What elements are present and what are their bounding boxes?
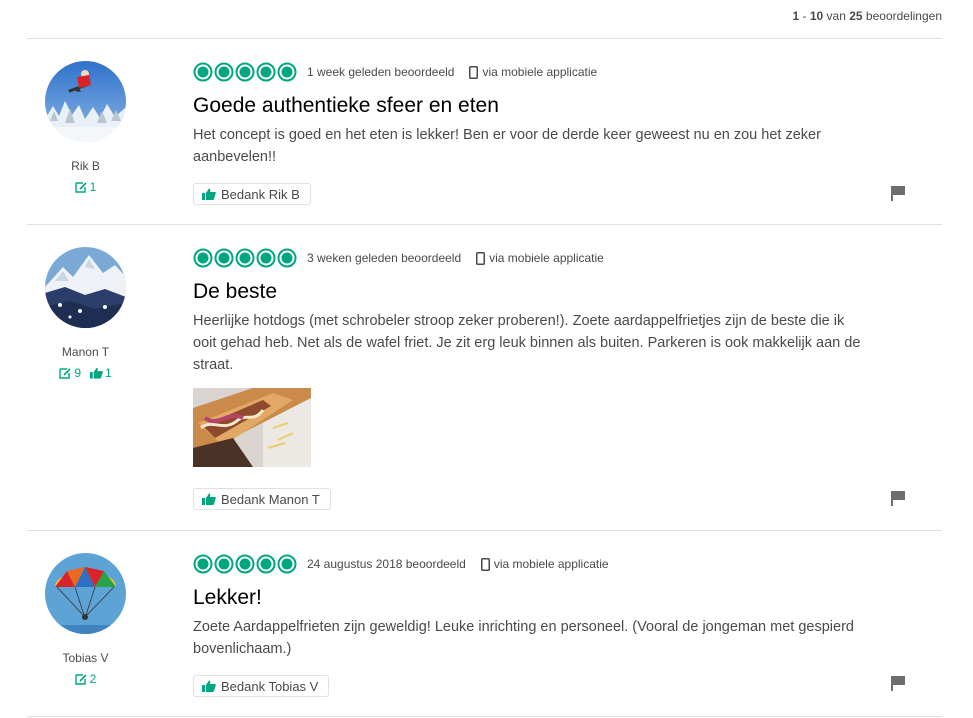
thank-button[interactable]: Bedank Manon T — [193, 488, 331, 510]
review-card: Manon T 9 1 3 weken geleden beoordeeld v… — [27, 225, 942, 530]
member-info: Tobias V 2 — [45, 553, 126, 686]
review-body: 1 week geleden beoordeeld via mobiele ap… — [193, 62, 913, 168]
member-info: Manon T 9 1 — [45, 247, 126, 380]
review-card: Tobias V 2 24 augustus 2018 beoordeeld v… — [27, 531, 942, 716]
mobile-phone-icon — [476, 251, 486, 265]
rating-bubble-icon — [193, 554, 213, 574]
review-card: Rik B 1 1 week geleden beoordeeld via mo… — [27, 39, 942, 224]
rating-bubble-icon — [235, 62, 255, 82]
divider — [27, 716, 942, 717]
rating-bubble-icon — [214, 554, 234, 574]
flag-icon[interactable] — [890, 185, 906, 201]
rating-bubble-icon — [193, 248, 213, 268]
rating-bubble-icon — [235, 554, 255, 574]
contributions-icon — [74, 674, 87, 685]
rating-bubble-icon — [214, 62, 234, 82]
review-text: Zoete Aardappelfrieten zijn geweldig! Le… — [193, 619, 854, 657]
via-mobile: via mobiele applicatie — [476, 251, 604, 265]
mobile-phone-icon — [469, 65, 479, 79]
username[interactable]: Manon T — [45, 345, 126, 359]
review-text: Heerlijke hotdogs (met schrobeler stroop… — [193, 313, 861, 373]
member-stats: 1 — [45, 180, 126, 194]
username[interactable]: Tobias V — [45, 651, 126, 665]
flag-icon[interactable] — [890, 675, 906, 691]
rating-bubble-icon — [277, 62, 297, 82]
review-meta: 1 week geleden beoordeeld via mobiele ap… — [193, 62, 913, 82]
mobile-phone-icon — [480, 557, 490, 571]
rating-bubble-icon — [256, 248, 276, 268]
member-stats: 2 — [45, 672, 126, 686]
via-mobile: via mobiele applicatie — [480, 557, 609, 571]
flag-icon[interactable] — [890, 490, 906, 506]
hotdog-photo[interactable] — [193, 388, 311, 467]
thumbs-up-icon — [202, 188, 216, 200]
via-mobile: via mobiele applicatie — [469, 65, 597, 79]
contributions-icon — [59, 368, 71, 379]
review-title[interactable]: De beste — [193, 279, 913, 305]
thank-button[interactable]: Bedank Tobias V — [193, 675, 330, 697]
review-text: Het concept is goed en het eten is lekke… — [193, 127, 821, 165]
member-stats: 9 1 — [45, 366, 126, 380]
avatar[interactable] — [45, 553, 126, 634]
contributions-badge: 2 — [74, 672, 96, 686]
review-count: 1 - 10 van 25 beoordelingen — [792, 9, 943, 23]
rating-bubble-icon — [256, 554, 276, 574]
rating-bubble-icon — [277, 554, 297, 574]
contributions-icon — [74, 182, 87, 193]
review-date: 24 augustus 2018 beoordeeld — [307, 557, 466, 571]
review-meta: 24 augustus 2018 beoordeeld via mobiele … — [193, 554, 913, 574]
rating-bubble-icon — [277, 248, 297, 268]
review-date: 3 weken geleden beoordeeld — [307, 251, 462, 265]
rating-bubbles — [193, 554, 297, 574]
rating-bubble-icon — [256, 62, 276, 82]
review-title[interactable]: Goede authentieke sfeer en eten — [193, 93, 913, 119]
contributions-badge: 1 — [74, 180, 96, 194]
avatar[interactable] — [45, 247, 126, 328]
rating-bubbles — [193, 248, 297, 268]
thumbs-up-icon — [90, 367, 103, 379]
member-info: Rik B 1 — [45, 61, 126, 194]
helpful-votes-badge: 1 — [90, 366, 112, 380]
review-title[interactable]: Lekker! — [193, 585, 913, 611]
rating-bubble-icon — [214, 248, 234, 268]
rating-bubbles — [193, 62, 297, 82]
review-meta: 3 weken geleden beoordeeld via mobiele a… — [193, 248, 913, 268]
rating-bubble-icon — [235, 248, 255, 268]
review-date: 1 week geleden beoordeeld — [307, 65, 455, 79]
thank-button[interactable]: Bedank Rik B — [193, 183, 311, 205]
thumbs-up-icon — [202, 493, 216, 505]
thumbs-up-icon — [202, 680, 216, 692]
review-body: 24 augustus 2018 beoordeeld via mobiele … — [193, 554, 913, 660]
review-body: 3 weken geleden beoordeeld via mobiele a… — [193, 248, 913, 467]
avatar[interactable] — [45, 61, 126, 142]
username[interactable]: Rik B — [45, 159, 126, 173]
contributions-badge: 9 — [59, 366, 81, 380]
rating-bubble-icon — [193, 62, 213, 82]
